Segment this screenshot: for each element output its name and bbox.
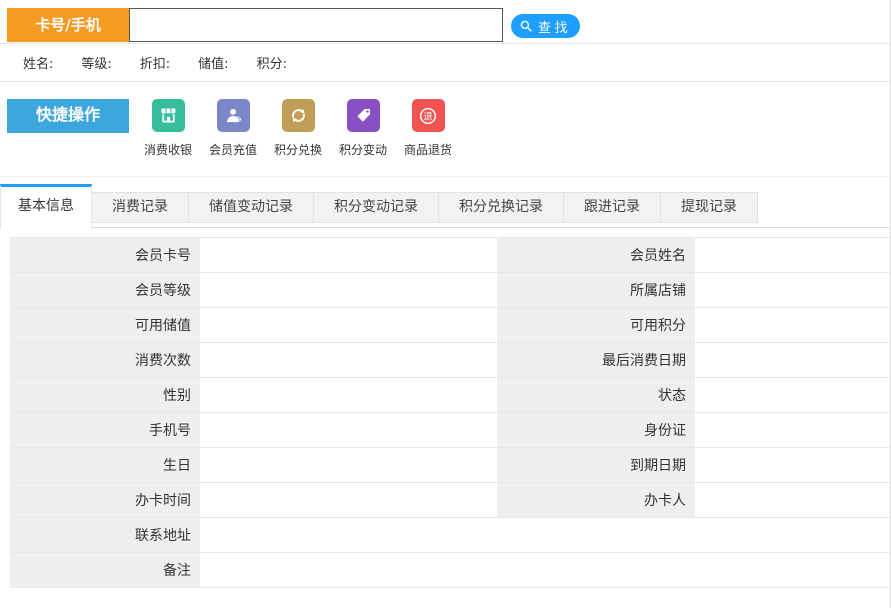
tab-basic-info[interactable]: 基本信息 xyxy=(0,184,92,229)
search-icon xyxy=(519,19,533,33)
tab-consumption-records[interactable]: 消费记录 xyxy=(91,192,189,223)
table-row: 手机号 身份证 xyxy=(10,413,890,448)
field-label-card-issue-time: 办卡时间 xyxy=(10,483,200,518)
action-return-goods[interactable]: 退 商品退货 xyxy=(397,99,459,158)
field-label-gender: 性别 xyxy=(10,378,200,413)
summary-points-label: 积分: xyxy=(257,53,287,72)
field-value-store xyxy=(695,273,890,308)
tab-follow-up-records[interactable]: 跟进记录 xyxy=(563,192,661,223)
action-recharge-label: 会员充值 xyxy=(209,141,257,158)
divider xyxy=(0,81,890,82)
table-row: 性别 状态 xyxy=(10,378,890,413)
table-row: 办卡时间 办卡人 xyxy=(10,483,890,518)
field-label-birthday: 生日 xyxy=(10,448,200,483)
search-button[interactable]: 查 找 xyxy=(511,14,580,38)
summary-level-label: 等级: xyxy=(81,53,111,72)
field-label-member-level: 会员等级 xyxy=(10,273,200,308)
field-value-id-card xyxy=(695,413,890,448)
table-row: 会员卡号 会员姓名 xyxy=(10,238,890,273)
field-value-phone xyxy=(200,413,497,448)
table-row: 联系地址 xyxy=(10,518,890,553)
action-points-change[interactable]: 积分变动 xyxy=(332,99,394,158)
search-button-label: 查 找 xyxy=(538,17,568,36)
exchange-icon xyxy=(282,99,315,132)
tab-withdrawal-records[interactable]: 提现记录 xyxy=(660,192,758,223)
action-cashier[interactable]: 消费收银 xyxy=(137,99,199,158)
field-value-consumption-count xyxy=(200,343,497,378)
field-value-expiry-date xyxy=(695,448,890,483)
field-value-card-issuer xyxy=(695,483,890,518)
field-value-gender xyxy=(200,378,497,413)
table-row: 可用储值 可用积分 xyxy=(10,308,890,343)
field-value-remarks xyxy=(200,553,890,588)
field-label-expiry-date: 到期日期 xyxy=(497,448,695,483)
return-icon: 退 xyxy=(412,99,445,132)
field-label-card-issuer: 办卡人 xyxy=(497,483,695,518)
field-label-consumption-count: 消费次数 xyxy=(10,343,200,378)
quick-actions-button[interactable]: 快捷操作 xyxy=(7,99,129,133)
member-info-panel: 会员卡号 会员姓名 会员等级 所属店铺 可用储值 可用积分 xyxy=(10,237,890,588)
field-value-last-consumption-date xyxy=(695,343,890,378)
field-label-last-consumption-date: 最后消费日期 xyxy=(497,343,695,378)
field-value-card-issue-time xyxy=(200,483,497,518)
field-value-member-level xyxy=(200,273,497,308)
action-points-exchange-label: 积分兑换 xyxy=(274,141,322,158)
field-value-available-points xyxy=(695,308,890,343)
table-row: 会员等级 所属店铺 xyxy=(10,273,890,308)
field-label-id-card: 身份证 xyxy=(497,413,695,448)
member-info-table: 会员卡号 会员姓名 会员等级 所属店铺 可用储值 可用积分 xyxy=(10,237,890,588)
field-value-card-number xyxy=(200,238,497,273)
summary-name-label: 姓名: xyxy=(23,53,53,72)
storefront-icon xyxy=(152,99,185,132)
tab-points-change-records[interactable]: 积分变动记录 xyxy=(313,192,439,223)
member-management-page: 卡号/手机 查 找 姓名: 等级: 折扣: 储值: 积分: 快捷操作 xyxy=(0,0,891,608)
field-label-store: 所属店铺 xyxy=(497,273,695,308)
member-icon xyxy=(217,99,250,132)
summary-stored-value-label: 储值: xyxy=(198,53,228,72)
field-value-birthday xyxy=(200,448,497,483)
record-tabs: 基本信息 消费记录 储值变动记录 积分变动记录 积分兑换记录 跟进记录 提现记录 xyxy=(0,184,890,228)
card-phone-input[interactable] xyxy=(129,8,503,42)
field-label-available-stored-value: 可用储值 xyxy=(10,308,200,343)
field-value-available-stored-value xyxy=(200,308,497,343)
field-value-contact-address xyxy=(200,518,890,553)
tab-stored-value-records[interactable]: 储值变动记录 xyxy=(188,192,314,223)
card-phone-label: 卡号/手机 xyxy=(7,8,129,42)
action-points-change-label: 积分变动 xyxy=(339,141,387,158)
action-points-exchange[interactable]: 积分兑换 xyxy=(267,99,329,158)
field-label-member-name: 会员姓名 xyxy=(497,238,695,273)
field-label-status: 状态 xyxy=(497,378,695,413)
member-summary-strip: 姓名: 等级: 折扣: 储值: 积分: xyxy=(0,44,890,81)
field-label-phone: 手机号 xyxy=(10,413,200,448)
table-row: 消费次数 最后消费日期 xyxy=(10,343,890,378)
field-value-member-name xyxy=(695,238,890,273)
action-recharge[interactable]: 会员充值 xyxy=(202,99,264,158)
table-row: 备注 xyxy=(10,553,890,588)
summary-discount-label: 折扣: xyxy=(140,53,170,72)
field-label-remarks: 备注 xyxy=(10,553,200,588)
tag-icon xyxy=(347,99,380,132)
field-label-contact-address: 联系地址 xyxy=(10,518,200,553)
field-label-card-number: 会员卡号 xyxy=(10,238,200,273)
field-label-available-points: 可用积分 xyxy=(497,308,695,343)
table-row: 生日 到期日期 xyxy=(10,448,890,483)
action-return-goods-label: 商品退货 xyxy=(404,141,452,158)
tab-points-exchange-records[interactable]: 积分兑换记录 xyxy=(438,192,564,223)
action-cashier-label: 消费收银 xyxy=(144,141,192,158)
quick-actions-row: 消费收银 会员充值 积分兑换 xyxy=(137,99,459,158)
svg-text:退: 退 xyxy=(423,111,432,122)
divider xyxy=(0,176,890,177)
field-value-status xyxy=(695,378,890,413)
